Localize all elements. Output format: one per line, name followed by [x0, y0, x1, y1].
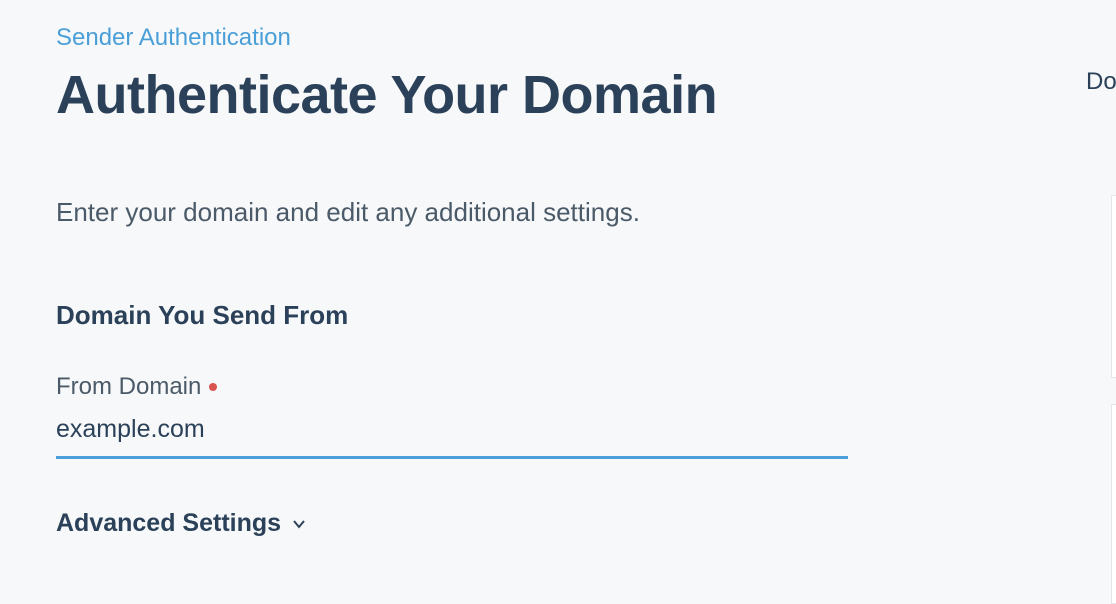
- from-domain-label: From Domain: [56, 373, 201, 401]
- required-indicator-icon: [209, 383, 217, 391]
- right-side-panel: Do: [1056, 0, 1116, 526]
- right-panel-partial-text: Do: [1086, 68, 1116, 96]
- right-panel-card-2: [1111, 404, 1116, 604]
- advanced-settings-label: Advanced Settings: [56, 509, 281, 538]
- advanced-settings-toggle[interactable]: Advanced Settings: [56, 509, 850, 538]
- from-domain-input[interactable]: [56, 409, 848, 459]
- right-panel-card-1: [1111, 195, 1116, 378]
- breadcrumb-sender-authentication[interactable]: Sender Authentication: [56, 24, 850, 52]
- chevron-down-icon: [291, 516, 307, 532]
- page-title: Authenticate Your Domain: [56, 66, 850, 125]
- page-subtitle: Enter your domain and edit any additiona…: [56, 197, 850, 228]
- section-title-domain: Domain You Send From: [56, 300, 850, 331]
